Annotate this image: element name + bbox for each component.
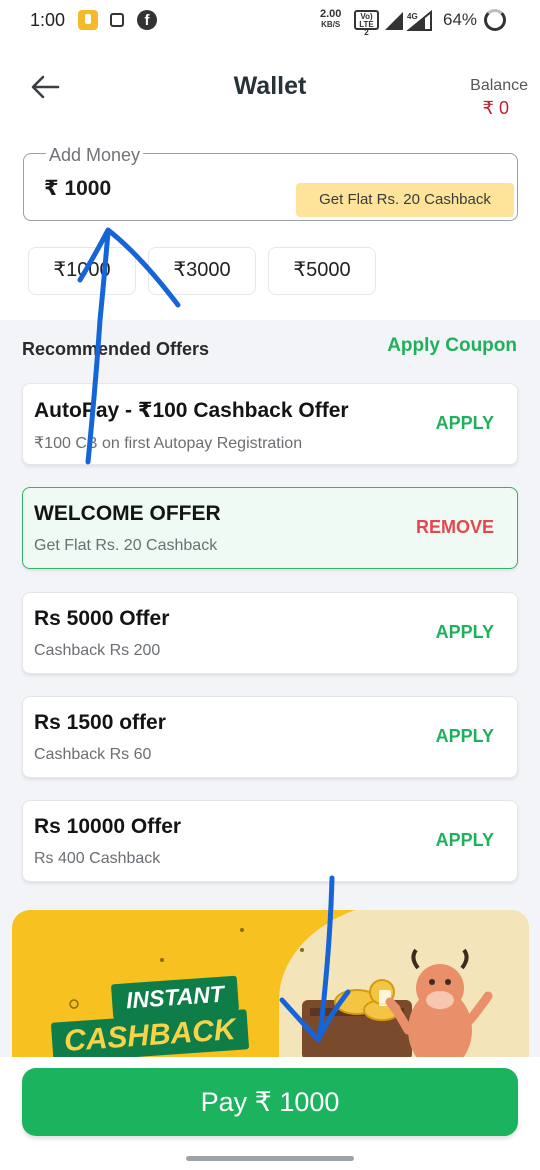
apply-coupon-link[interactable]: Apply Coupon (387, 335, 517, 357)
amount-value[interactable]: ₹ 1000 (44, 176, 111, 201)
offer-title: WELCOME OFFER (34, 502, 221, 525)
offer-title: Rs 1500 offer (34, 711, 166, 734)
offer-title: Rs 10000 Offer (34, 815, 182, 838)
offer-title: Rs 5000 Offer (34, 607, 170, 630)
cashback-chip: Get Flat Rs. 20 Cashback (296, 183, 514, 217)
offer-subtitle: Rs 400 Cashback (34, 850, 161, 867)
notification-app-icon (78, 10, 98, 30)
status-bar: 1:00 f 2.00 KB/S Vo) LTE 2 4G 64% (0, 0, 540, 42)
instant-cashback-banner[interactable]: INSTANT CASHBACK (12, 910, 529, 1060)
tv-app-icon (110, 13, 124, 27)
pay-button[interactable]: Pay ₹ 1000 (22, 1068, 518, 1136)
quick-amount-3000[interactable]: ₹3000 (148, 247, 256, 295)
quick-amount-1000[interactable]: ₹1000 (28, 247, 136, 295)
volte-icon: Vo) LTE 2 (354, 10, 379, 37)
page-title: Wallet (233, 72, 307, 100)
balance-value: ₹ 0 (482, 98, 509, 118)
offer-card-1500[interactable]: Rs 1500 offer Cashback Rs 60 APPLY (22, 696, 518, 778)
balance-label: Balance (470, 77, 528, 94)
offer-subtitle: ₹100 CB on first Autopay Registration (34, 435, 303, 452)
offers-heading: Recommended Offers (22, 339, 210, 359)
add-money-label: Add Money (46, 145, 144, 166)
signal-icon: 4G (385, 10, 432, 31)
battery-icon (484, 9, 506, 31)
quick-amount-5000[interactable]: ₹5000 (268, 247, 376, 295)
status-time: 1:00 (30, 10, 66, 30)
home-indicator[interactable] (186, 1156, 354, 1161)
battery-percent: 64% (443, 10, 478, 29)
offer-subtitle: Cashback Rs 200 (34, 642, 161, 659)
offer-card-autopay[interactable]: AutoPay - ₹100 Cashback Offer ₹100 CB on… (22, 383, 518, 465)
offer-apply-button[interactable]: APPLY (436, 830, 494, 851)
offer-apply-button[interactable]: APPLY (436, 622, 494, 643)
offer-remove-button[interactable]: REMOVE (416, 517, 494, 538)
offer-title: AutoPay - ₹100 Cashback Offer (34, 399, 349, 422)
offer-card-5000[interactable]: Rs 5000 Offer Cashback Rs 200 APPLY (22, 592, 518, 674)
offer-apply-button[interactable]: APPLY (436, 726, 494, 747)
offer-apply-button[interactable]: APPLY (436, 413, 494, 434)
offer-card-10000[interactable]: Rs 10000 Offer Rs 400 Cashback APPLY (22, 800, 518, 882)
offer-subtitle: Get Flat Rs. 20 Cashback (34, 537, 218, 554)
offer-subtitle: Cashback Rs 60 (34, 746, 152, 763)
svg-text:4G: 4G (407, 12, 418, 21)
facebook-icon: f (137, 10, 157, 30)
offer-card-welcome[interactable]: WELCOME OFFER Get Flat Rs. 20 Cashback R… (22, 487, 518, 569)
network-speed: 2.00 KB/S (320, 8, 342, 30)
